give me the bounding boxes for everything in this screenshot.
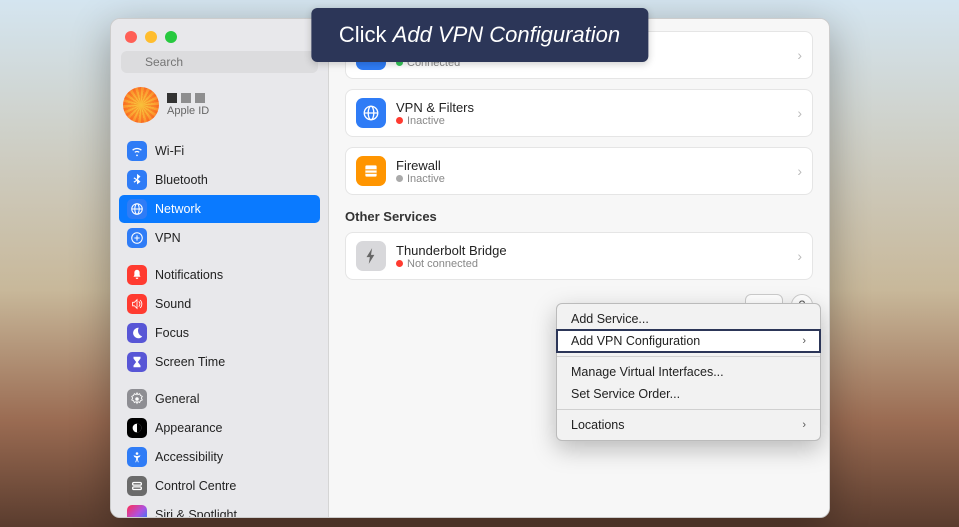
menu-locations[interactable]: Locations › <box>557 414 820 436</box>
menu-label: Set Service Order... <box>571 387 680 401</box>
search-input[interactable] <box>121 51 318 73</box>
sidebar-nav: Wi-Fi Bluetooth Network VPN Notification… <box>111 133 328 517</box>
siri-icon <box>127 505 147 517</box>
chevron-right-icon: › <box>797 47 802 63</box>
avatar <box>123 87 159 123</box>
sidebar-item-accessibility[interactable]: Accessibility <box>119 443 320 471</box>
row-thunderbolt[interactable]: Thunderbolt Bridge Not connected › <box>345 232 813 280</box>
sidebar-item-label: VPN <box>155 231 181 245</box>
network-icon <box>127 199 147 219</box>
sidebar-item-sound[interactable]: Sound <box>119 290 320 318</box>
row-title: Firewall <box>396 158 797 173</box>
section-other-services: Other Services <box>345 209 813 224</box>
accessibility-icon <box>127 447 147 467</box>
toggles-icon <box>127 476 147 496</box>
sidebar: Apple ID Wi-Fi Bluetooth Network VPN <box>111 19 329 517</box>
chevron-right-icon: › <box>797 163 802 179</box>
sidebar-item-label: Siri & Spotlight <box>155 508 237 517</box>
sidebar-item-label: Notifications <box>155 268 223 282</box>
row-title: VPN & Filters <box>396 100 797 115</box>
chevron-right-icon: › <box>802 419 806 431</box>
sidebar-item-appearance[interactable]: Appearance <box>119 414 320 442</box>
appearance-icon <box>127 418 147 438</box>
vpn-icon <box>127 228 147 248</box>
hourglass-icon <box>127 352 147 372</box>
sidebar-item-network[interactable]: Network <box>119 195 320 223</box>
menu-label: Manage Virtual Interfaces... <box>571 365 724 379</box>
sidebar-item-label: Wi-Fi <box>155 144 184 158</box>
apple-id-label: Apple ID <box>167 105 209 117</box>
row-status: Inactive <box>407 115 445 127</box>
sidebar-item-siri[interactable]: Siri & Spotlight <box>119 501 320 517</box>
apple-id-row[interactable]: Apple ID <box>111 81 328 133</box>
sidebar-item-screen-time[interactable]: Screen Time <box>119 348 320 376</box>
menu-label: Add Service... <box>571 312 649 326</box>
menu-manage-virtual-interfaces[interactable]: Manage Virtual Interfaces... <box>557 361 820 383</box>
sidebar-item-vpn[interactable]: VPN <box>119 224 320 252</box>
sidebar-item-label: Network <box>155 202 201 216</box>
wifi-icon <box>127 141 147 161</box>
chevron-right-icon: › <box>797 248 802 264</box>
chevron-right-icon: › <box>797 105 802 121</box>
sidebar-item-general[interactable]: General <box>119 385 320 413</box>
bluetooth-icon <box>127 170 147 190</box>
sidebar-item-wifi[interactable]: Wi-Fi <box>119 137 320 165</box>
status-dot <box>396 175 403 182</box>
sidebar-item-notifications[interactable]: Notifications <box>119 261 320 289</box>
sidebar-item-bluetooth[interactable]: Bluetooth <box>119 166 320 194</box>
menu-divider <box>557 356 820 357</box>
system-settings-window: Apple ID Wi-Fi Bluetooth Network VPN <box>110 18 830 518</box>
row-status: Inactive <box>407 173 445 185</box>
minimize-button[interactable] <box>145 31 157 43</box>
instruction-banner: Click Add VPN Configuration <box>311 8 648 62</box>
user-name-placeholder <box>167 93 209 103</box>
maximize-button[interactable] <box>165 31 177 43</box>
context-menu: Add Service... Add VPN Configuration › M… <box>556 303 821 441</box>
row-firewall[interactable]: Firewall Inactive › <box>345 147 813 195</box>
menu-divider <box>557 409 820 410</box>
menu-add-vpn-configuration[interactable]: Add VPN Configuration › <box>557 330 820 352</box>
speaker-icon <box>127 294 147 314</box>
instruction-target: Add VPN Configuration <box>393 22 620 47</box>
gear-icon <box>127 389 147 409</box>
status-dot <box>396 260 403 267</box>
close-button[interactable] <box>125 31 137 43</box>
sidebar-item-focus[interactable]: Focus <box>119 319 320 347</box>
main-panel: Wi-Fi Connected › VPN & Filters Inactive… <box>329 19 829 517</box>
moon-icon <box>127 323 147 343</box>
sidebar-item-control-centre[interactable]: Control Centre <box>119 472 320 500</box>
instruction-prefix: Click <box>339 22 393 47</box>
menu-set-service-order[interactable]: Set Service Order... <box>557 383 820 405</box>
bell-icon <box>127 265 147 285</box>
menu-label: Add VPN Configuration <box>571 334 700 348</box>
sidebar-item-label: Focus <box>155 326 189 340</box>
row-title: Thunderbolt Bridge <box>396 243 797 258</box>
firewall-icon <box>356 156 386 186</box>
sidebar-item-label: General <box>155 392 199 406</box>
sidebar-item-label: Screen Time <box>155 355 225 369</box>
sidebar-item-label: Accessibility <box>155 450 223 464</box>
chevron-right-icon: › <box>802 335 806 347</box>
row-status: Not connected <box>407 258 478 270</box>
sidebar-item-label: Bluetooth <box>155 173 208 187</box>
sidebar-item-label: Appearance <box>155 421 222 435</box>
sidebar-item-label: Sound <box>155 297 191 311</box>
thunderbolt-icon <box>356 241 386 271</box>
menu-add-service[interactable]: Add Service... <box>557 308 820 330</box>
window-controls <box>111 19 328 51</box>
globe-icon <box>356 98 386 128</box>
sidebar-item-label: Control Centre <box>155 479 236 493</box>
status-dot <box>396 117 403 124</box>
menu-label: Locations <box>571 418 625 432</box>
row-vpn-filters[interactable]: VPN & Filters Inactive › <box>345 89 813 137</box>
